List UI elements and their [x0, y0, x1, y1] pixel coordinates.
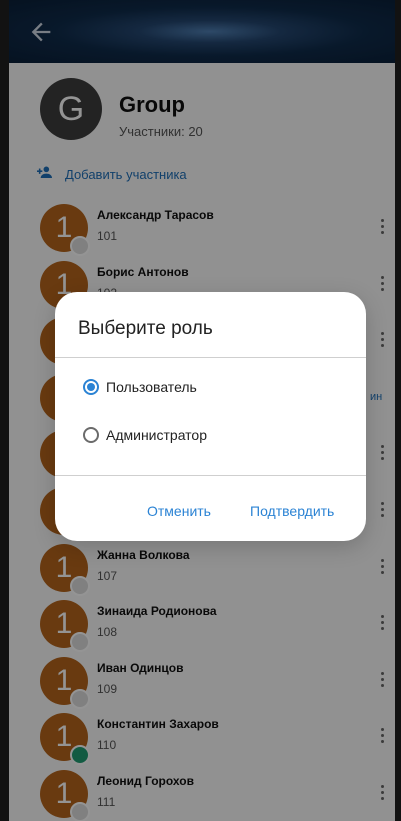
radio-unselected-icon[interactable] — [83, 427, 99, 443]
divider — [55, 475, 366, 476]
radio-selected-icon[interactable] — [83, 379, 99, 395]
dialog-title: Выберите роль — [78, 318, 213, 339]
confirm-button[interactable]: Подтвердить — [250, 503, 334, 519]
role-option-label: Пользователь — [106, 379, 197, 395]
role-dialog: Выберите роль Пользователь Администратор… — [55, 292, 366, 541]
role-option-user[interactable]: Пользователь — [83, 379, 197, 395]
divider — [55, 357, 366, 358]
role-option-admin[interactable]: Администратор — [83, 427, 207, 443]
role-option-label: Администратор — [106, 427, 208, 443]
cancel-button[interactable]: Отменить — [147, 503, 211, 519]
